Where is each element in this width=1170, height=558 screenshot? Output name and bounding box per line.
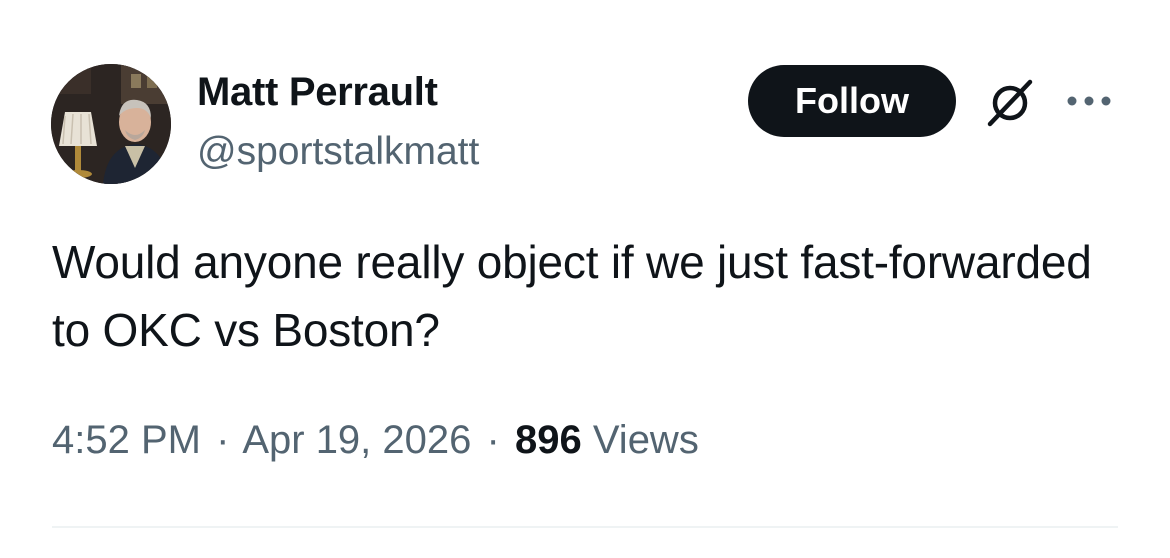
- tweet-date[interactable]: Apr 19, 2026: [242, 418, 471, 462]
- views-count[interactable]: 896: [515, 418, 582, 462]
- views-label[interactable]: Views: [593, 418, 699, 462]
- tweet-text: Would anyone really object if we just fa…: [52, 236, 1092, 356]
- tweet-meta: 4:52 PM · Apr 19, 2026 · 896 Views: [52, 418, 699, 463]
- grok-icon-glyph: [987, 79, 1033, 127]
- meta-separator: ·: [486, 418, 500, 462]
- meta-separator: ·: [216, 418, 230, 462]
- more-icon[interactable]: [1064, 88, 1114, 114]
- tweet-time[interactable]: 4:52 PM: [52, 418, 201, 462]
- avatar-photo: [51, 64, 171, 184]
- author-handle[interactable]: @sportstalkmatt: [197, 130, 479, 174]
- divider: [52, 526, 1118, 528]
- avatar[interactable]: [51, 64, 171, 184]
- more-icon-dots: [1067, 96, 1111, 106]
- author-name[interactable]: Matt Perrault: [197, 70, 438, 115]
- follow-button[interactable]: Follow: [748, 65, 956, 137]
- tweet-card: Matt Perrault @sportstalkmatt Follow Wou…: [0, 0, 1170, 558]
- grok-icon[interactable]: [982, 74, 1038, 130]
